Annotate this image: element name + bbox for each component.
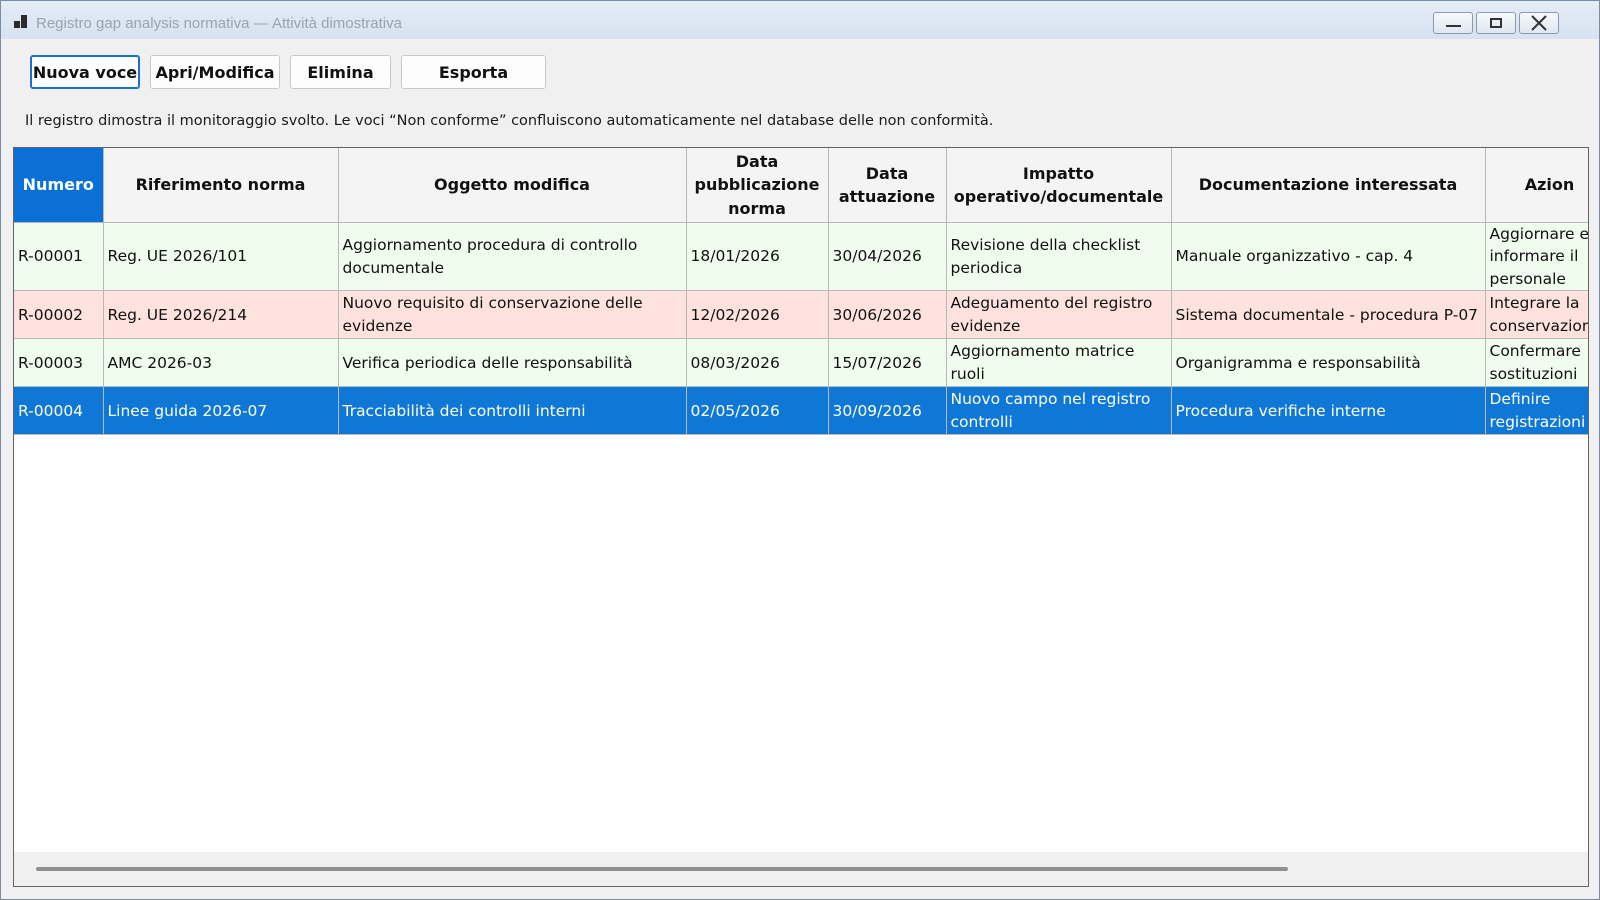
cell-data-pubblicazione[interactable]: 18/01/2026: [686, 222, 829, 292]
cell-azioni[interactable]: Definire registrazioni: [1485, 386, 1588, 436]
delete-button[interactable]: Elimina: [290, 55, 391, 89]
cell-impatto[interactable]: Revisione della checklist periodica: [946, 222, 1172, 292]
cell-azioni[interactable]: Integrare la conservazione: [1485, 290, 1588, 340]
cell-riferimento[interactable]: AMC 2026-03: [103, 338, 339, 388]
cell-impatto[interactable]: Aggiornamento matrice ruoli: [946, 338, 1172, 388]
column-header-oggetto[interactable]: Oggetto modifica: [338, 148, 687, 223]
cell-riferimento[interactable]: Reg. UE 2026/101: [103, 222, 339, 292]
title-bar: Registro gap analysis normativa — Attivi…: [1, 1, 1599, 39]
cell-impatto[interactable]: Nuovo campo nel registro controlli: [946, 386, 1172, 436]
cell-data-pubblicazione[interactable]: 08/03/2026: [686, 338, 829, 388]
cell-documentazione[interactable]: Procedura verifiche interne: [1171, 386, 1486, 436]
cell-oggetto[interactable]: Verifica periodica delle responsabilità: [338, 338, 687, 388]
column-header-data-attuazione[interactable]: Data attuazione: [828, 148, 947, 223]
column-header-numero[interactable]: Numero: [14, 148, 104, 223]
cell-riferimento[interactable]: Linee guida 2026-07: [103, 386, 339, 436]
horizontal-scrollbar[interactable]: [14, 852, 1588, 886]
cell-data-pubblicazione[interactable]: 02/05/2026: [686, 386, 829, 436]
minimize-icon: [1446, 25, 1461, 27]
cell-data-attuazione[interactable]: 30/04/2026: [828, 222, 947, 292]
column-header-riferimento[interactable]: Riferimento norma: [103, 148, 339, 223]
table-row[interactable]: R-00002 Reg. UE 2026/214 Nuovo requisito…: [14, 290, 1588, 340]
table-row[interactable]: R-00003 AMC 2026-03 Verifica periodica d…: [14, 338, 1588, 388]
cell-numero[interactable]: R-00001: [14, 222, 104, 292]
new-entry-button[interactable]: Nuova voce: [30, 55, 140, 89]
maximize-icon: [1490, 18, 1502, 28]
cell-numero[interactable]: R-00003: [14, 338, 104, 388]
scrollbar-thumb[interactable]: [36, 867, 1288, 871]
export-button[interactable]: Esporta: [401, 55, 546, 89]
table-row[interactable]: R-00001 Reg. UE 2026/101 Aggiornamento p…: [14, 222, 1588, 292]
cell-documentazione[interactable]: Organigramma e responsabilità: [1171, 338, 1486, 388]
cell-oggetto[interactable]: Nuovo requisito di conservazione delle e…: [338, 290, 687, 340]
close-button[interactable]: [1519, 12, 1559, 34]
cell-numero[interactable]: R-00004: [14, 386, 104, 436]
data-grid[interactable]: Numero Riferimento norma Oggetto modific…: [13, 147, 1589, 887]
cell-oggetto[interactable]: Aggiornamento procedura di controllo doc…: [338, 222, 687, 292]
cell-data-attuazione[interactable]: 30/06/2026: [828, 290, 947, 340]
cell-azioni[interactable]: Confermare sostituzioni: [1485, 338, 1588, 388]
cell-documentazione[interactable]: Manuale organizzativo - cap. 4: [1171, 222, 1486, 292]
cell-impatto[interactable]: Adeguamento del registro evidenze: [946, 290, 1172, 340]
table-row-selected[interactable]: R-00004 Linee guida 2026-07 Tracciabilit…: [14, 386, 1588, 436]
app-icon: [14, 15, 28, 29]
column-header-data-pubblicazione[interactable]: Data pubblicazione norma: [686, 148, 829, 223]
cell-numero[interactable]: R-00002: [14, 290, 104, 340]
column-header-documentazione[interactable]: Documentazione interessata: [1171, 148, 1486, 223]
cell-documentazione[interactable]: Sistema documentale - procedura P-07: [1171, 290, 1486, 340]
register-table: Numero Riferimento norma Oggetto modific…: [14, 148, 1588, 436]
header-row: Numero Riferimento norma Oggetto modific…: [14, 148, 1588, 223]
column-header-impatto[interactable]: Impatto operativo/documentale: [946, 148, 1172, 223]
column-header-azioni[interactable]: Azion: [1485, 148, 1588, 223]
cell-data-attuazione[interactable]: 30/09/2026: [828, 386, 947, 436]
app-window: Registro gap analysis normativa — Attivi…: [0, 0, 1600, 900]
cell-azioni[interactable]: Aggiornare e informare il personale: [1485, 222, 1588, 292]
cell-data-pubblicazione[interactable]: 12/02/2026: [686, 290, 829, 340]
cell-riferimento[interactable]: Reg. UE 2026/214: [103, 290, 339, 340]
cell-data-attuazione[interactable]: 15/07/2026: [828, 338, 947, 388]
info-text: Il registro dimostra il monitoraggio svo…: [25, 113, 994, 129]
maximize-button[interactable]: [1476, 12, 1516, 34]
open-edit-button[interactable]: Apri/Modifica: [150, 55, 280, 89]
window-title: Registro gap analysis normativa — Attivi…: [36, 15, 402, 32]
cell-oggetto[interactable]: Tracciabilità dei controlli interni: [338, 386, 687, 436]
minimize-button[interactable]: [1433, 12, 1473, 34]
close-icon: [1531, 15, 1547, 31]
